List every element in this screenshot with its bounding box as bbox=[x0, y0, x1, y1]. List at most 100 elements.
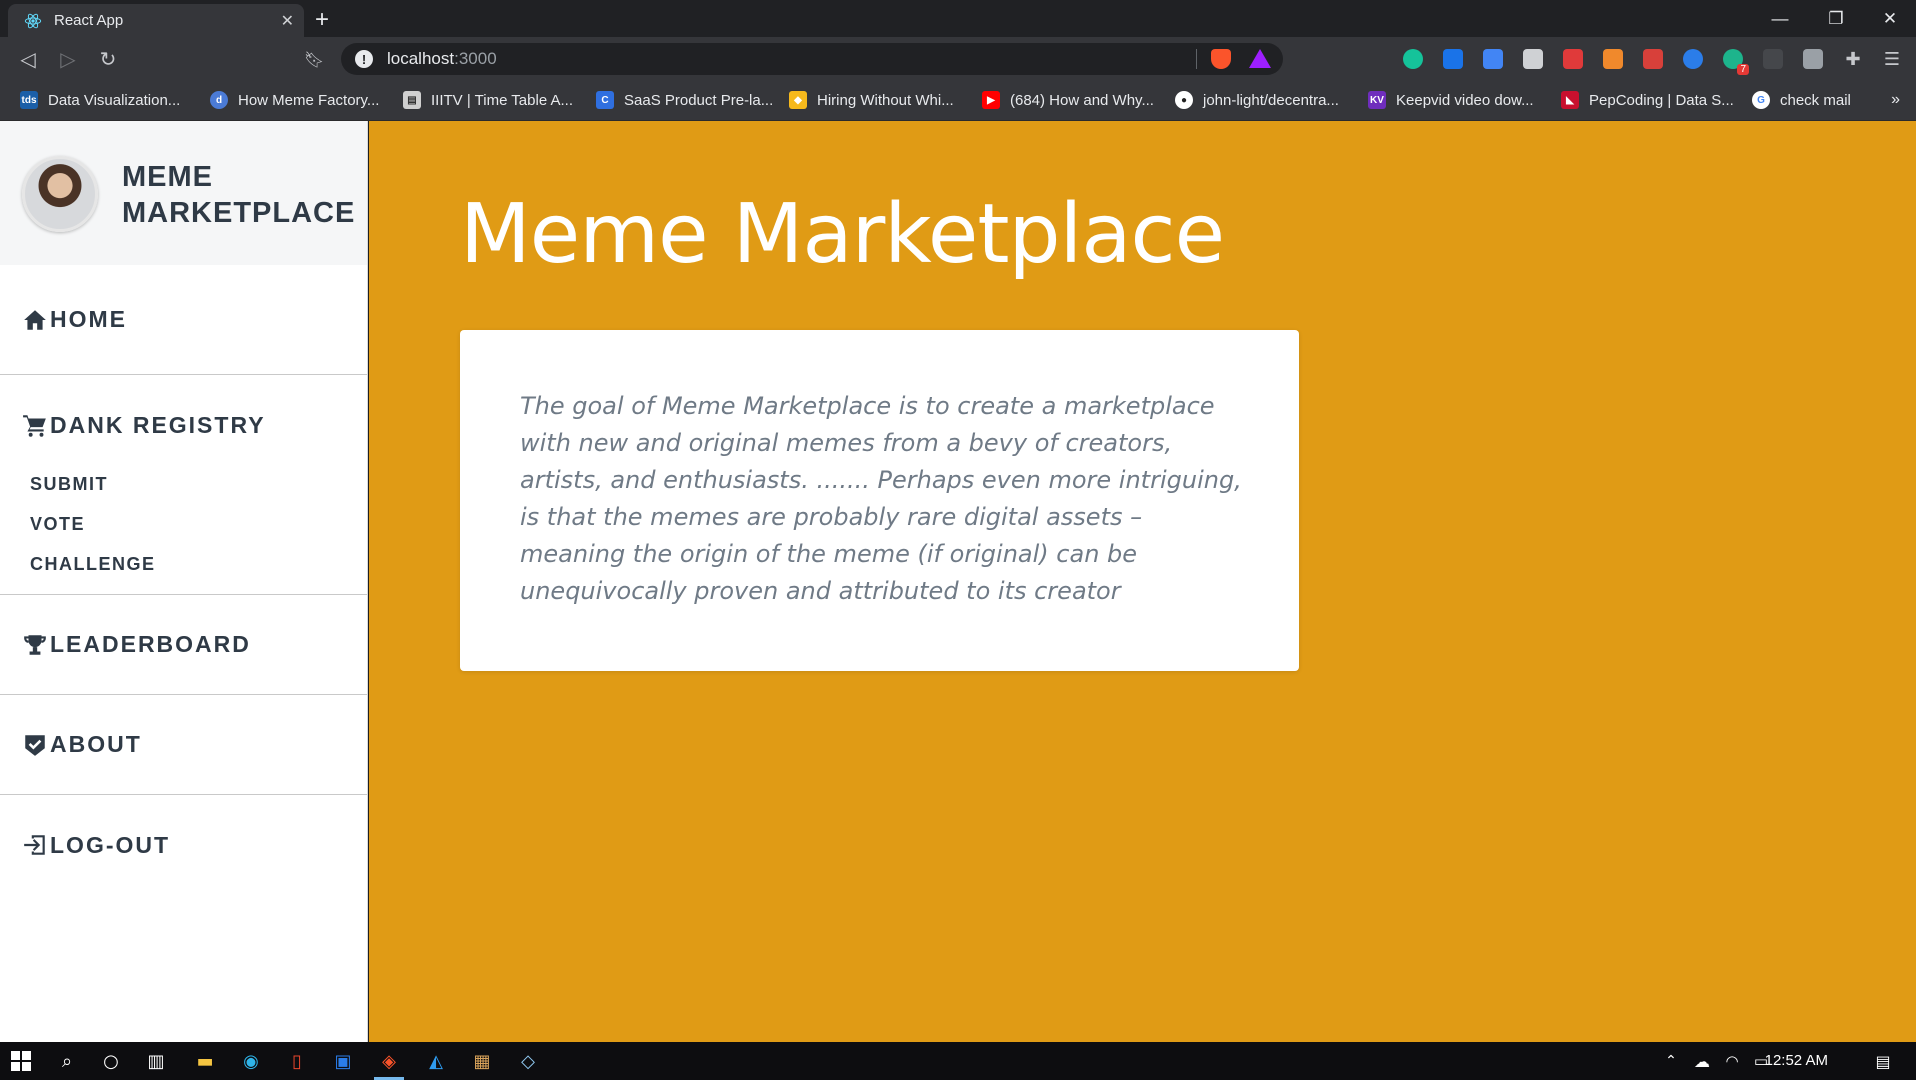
cortana-icon[interactable]: ○ bbox=[99, 1049, 123, 1073]
bookmark-icon[interactable]: 🔖︎ bbox=[302, 47, 326, 71]
nav-section-home: HOME bbox=[0, 265, 367, 375]
url-host: localhost bbox=[387, 49, 455, 68]
download-extension-icon[interactable] bbox=[1443, 49, 1463, 69]
task-view-icon[interactable]: ▥ bbox=[144, 1049, 168, 1073]
bookmark-label: Hiring Without Whi... bbox=[817, 91, 954, 109]
nav-section-leaderboard: LEADERBOARD bbox=[0, 595, 367, 695]
forward-icon[interactable]: ▷ bbox=[56, 47, 80, 71]
description-card: The goal of Meme Marketplace is to creat… bbox=[460, 330, 1299, 671]
browser-menu-icon[interactable]: ☰ bbox=[1880, 47, 1904, 71]
browser-tab-strip: React App ✕ + — ❐ ✕ bbox=[0, 0, 1916, 37]
nav-item-leaderboard[interactable]: LEADERBOARD bbox=[0, 595, 367, 694]
document-extension-icon[interactable] bbox=[1523, 49, 1543, 69]
extensions-puzzle-icon[interactable]: ✚ bbox=[1841, 47, 1865, 71]
nav-label-dank-registry: DANK REGISTRY bbox=[50, 411, 266, 438]
omnibox-divider bbox=[1196, 49, 1197, 69]
app-icon[interactable]: ◇ bbox=[516, 1049, 540, 1073]
brave-shields-icon[interactable] bbox=[1211, 49, 1231, 69]
home-icon bbox=[24, 309, 46, 330]
clock[interactable]: 12:52 AM bbox=[1765, 1052, 1828, 1069]
nav-item-dank-registry[interactable]: DANK REGISTRY bbox=[0, 375, 367, 475]
pepcoding-icon: ◣ bbox=[1561, 91, 1579, 109]
bookmark-item[interactable]: ▶ (684) How and Why... bbox=[982, 91, 1154, 109]
nav-item-logout[interactable]: LOG-OUT bbox=[0, 795, 367, 895]
extension-badge: 7 bbox=[1737, 64, 1749, 75]
bookmark-label: PepCoding | Data S... bbox=[1589, 91, 1734, 109]
brand-line-2: MARKETPLACE bbox=[122, 197, 356, 229]
minimize-icon[interactable]: — bbox=[1752, 0, 1808, 37]
site-info-icon[interactable]: ! bbox=[355, 50, 373, 68]
office-icon[interactable]: ▯ bbox=[285, 1049, 309, 1073]
bookmark-item[interactable]: ◆ Hiring Without Whi... bbox=[789, 91, 954, 109]
restore-icon[interactable]: ❐ bbox=[1808, 0, 1864, 37]
bookmark-item[interactable]: d How Meme Factory... bbox=[210, 91, 379, 109]
tab-close-icon[interactable]: ✕ bbox=[281, 11, 294, 31]
bookmark-label: SaaS Product Pre-la... bbox=[624, 91, 774, 109]
bug-extension-icon[interactable] bbox=[1643, 49, 1663, 69]
c-icon: C bbox=[596, 91, 614, 109]
gitcoin-extension-icon[interactable]: 7 bbox=[1723, 49, 1749, 75]
nav-subitem-submit[interactable]: SUBMIT bbox=[30, 474, 108, 495]
d-icon: d bbox=[210, 91, 228, 109]
search-icon[interactable]: ⌕ bbox=[55, 1049, 79, 1073]
kv-icon: KV bbox=[1368, 91, 1386, 109]
nav-label-leaderboard: LEADERBOARD bbox=[50, 631, 251, 657]
nav-section-about: ABOUT bbox=[0, 695, 367, 795]
metamask-extension-icon[interactable] bbox=[1603, 49, 1623, 69]
notification-center-icon[interactable]: ▤ bbox=[1871, 1049, 1895, 1073]
bookmark-label: Keepvid video dow... bbox=[1396, 91, 1534, 109]
vscode-icon[interactable]: ◭ bbox=[424, 1049, 448, 1073]
onedrive-icon[interactable]: ☁ bbox=[1690, 1049, 1714, 1073]
file-explorer-icon[interactable]: ▬ bbox=[193, 1049, 217, 1073]
c-extension-icon[interactable] bbox=[1683, 49, 1703, 69]
bookmark-label: IIITV | Time Table A... bbox=[431, 91, 574, 109]
brave-taskbar-icon[interactable]: ◈ bbox=[377, 1049, 401, 1073]
bookmark-item[interactable]: tds Data Visualization... bbox=[20, 91, 180, 109]
bookmarks-bar: tds Data Visualization... d How Meme Fac… bbox=[0, 81, 1916, 121]
bookmark-item[interactable]: C SaaS Product Pre-la... bbox=[596, 91, 773, 109]
trophy-icon bbox=[24, 634, 46, 655]
bookmark-item[interactable]: G check mail bbox=[1752, 91, 1851, 109]
description-text: The goal of Meme Marketplace is to creat… bbox=[520, 392, 1242, 605]
github-icon: ● bbox=[1175, 91, 1193, 109]
browser-tab[interactable]: React App ✕ bbox=[8, 4, 304, 37]
bookmark-item[interactable]: ▤ IIITV | Time Table A... bbox=[403, 91, 573, 109]
brave-rewards-icon[interactable] bbox=[1249, 49, 1271, 68]
nav-item-home[interactable]: HOME bbox=[0, 265, 367, 374]
package-icon[interactable]: ▦ bbox=[470, 1049, 494, 1073]
browser-toolbar: ◁ ▷ ↻ 🔖︎ ! localhost:3000 7 ✚ ☰ bbox=[0, 37, 1916, 81]
blank-extension-icon[interactable] bbox=[1763, 49, 1783, 69]
windows-taskbar: ⌕ ○ ▥ ▬ ◉ ▯ ▣ ◈ ◭ ▦ ◇ ⌃ ☁ ◠ ▭ 12:52 AM ▤ bbox=[0, 1042, 1916, 1080]
nav-subitem-challenge[interactable]: CHALLENGE bbox=[30, 554, 156, 575]
app-root: MEME MARKETPLACE HOME DANK REGISTRY SUBM… bbox=[0, 121, 1916, 1042]
bookmark-item[interactable]: ◣ PepCoding | Data S... bbox=[1561, 91, 1734, 109]
nav-section-dank-registry: DANK REGISTRY SUBMIT VOTE CHALLENGE bbox=[0, 375, 367, 595]
camera-extension-icon[interactable] bbox=[1803, 49, 1823, 69]
bookmark-label: How Meme Factory... bbox=[238, 91, 380, 109]
cart-icon bbox=[23, 415, 46, 437]
bookmarks-overflow-icon[interactable]: » bbox=[1891, 91, 1900, 109]
mega-extension-icon[interactable] bbox=[1563, 49, 1583, 69]
translate-extension-icon[interactable] bbox=[1483, 49, 1503, 69]
windows-start-icon[interactable] bbox=[9, 1049, 33, 1073]
nav-subitem-vote[interactable]: VOTE bbox=[30, 514, 85, 535]
avatar[interactable] bbox=[22, 156, 98, 232]
grammarly-extension-icon[interactable] bbox=[1403, 49, 1423, 69]
new-tab-button[interactable]: + bbox=[315, 6, 329, 34]
chevron-up-icon[interactable]: ⌃ bbox=[1659, 1049, 1683, 1073]
nav-item-about[interactable]: ABOUT bbox=[0, 695, 367, 794]
back-icon[interactable]: ◁ bbox=[16, 47, 40, 71]
bookmark-item[interactable]: ● john-light/decentra... bbox=[1175, 91, 1339, 109]
bookmark-item[interactable]: KV Keepvid video dow... bbox=[1368, 91, 1534, 109]
word-icon[interactable]: ▣ bbox=[331, 1049, 355, 1073]
brand-header: MEME MARKETPLACE bbox=[0, 121, 367, 265]
edge-icon[interactable]: ◉ bbox=[239, 1049, 263, 1073]
bookmark-label: check mail bbox=[1780, 91, 1851, 109]
url-port: :3000 bbox=[454, 49, 497, 68]
close-window-icon[interactable]: ✕ bbox=[1862, 0, 1916, 37]
reload-icon[interactable]: ↻ bbox=[96, 47, 120, 71]
bookmark-label: Data Visualization... bbox=[48, 91, 181, 109]
nav-label-home: HOME bbox=[50, 306, 127, 332]
address-bar[interactable]: ! localhost:3000 bbox=[341, 43, 1283, 75]
wifi-icon[interactable]: ◠ bbox=[1720, 1049, 1744, 1073]
